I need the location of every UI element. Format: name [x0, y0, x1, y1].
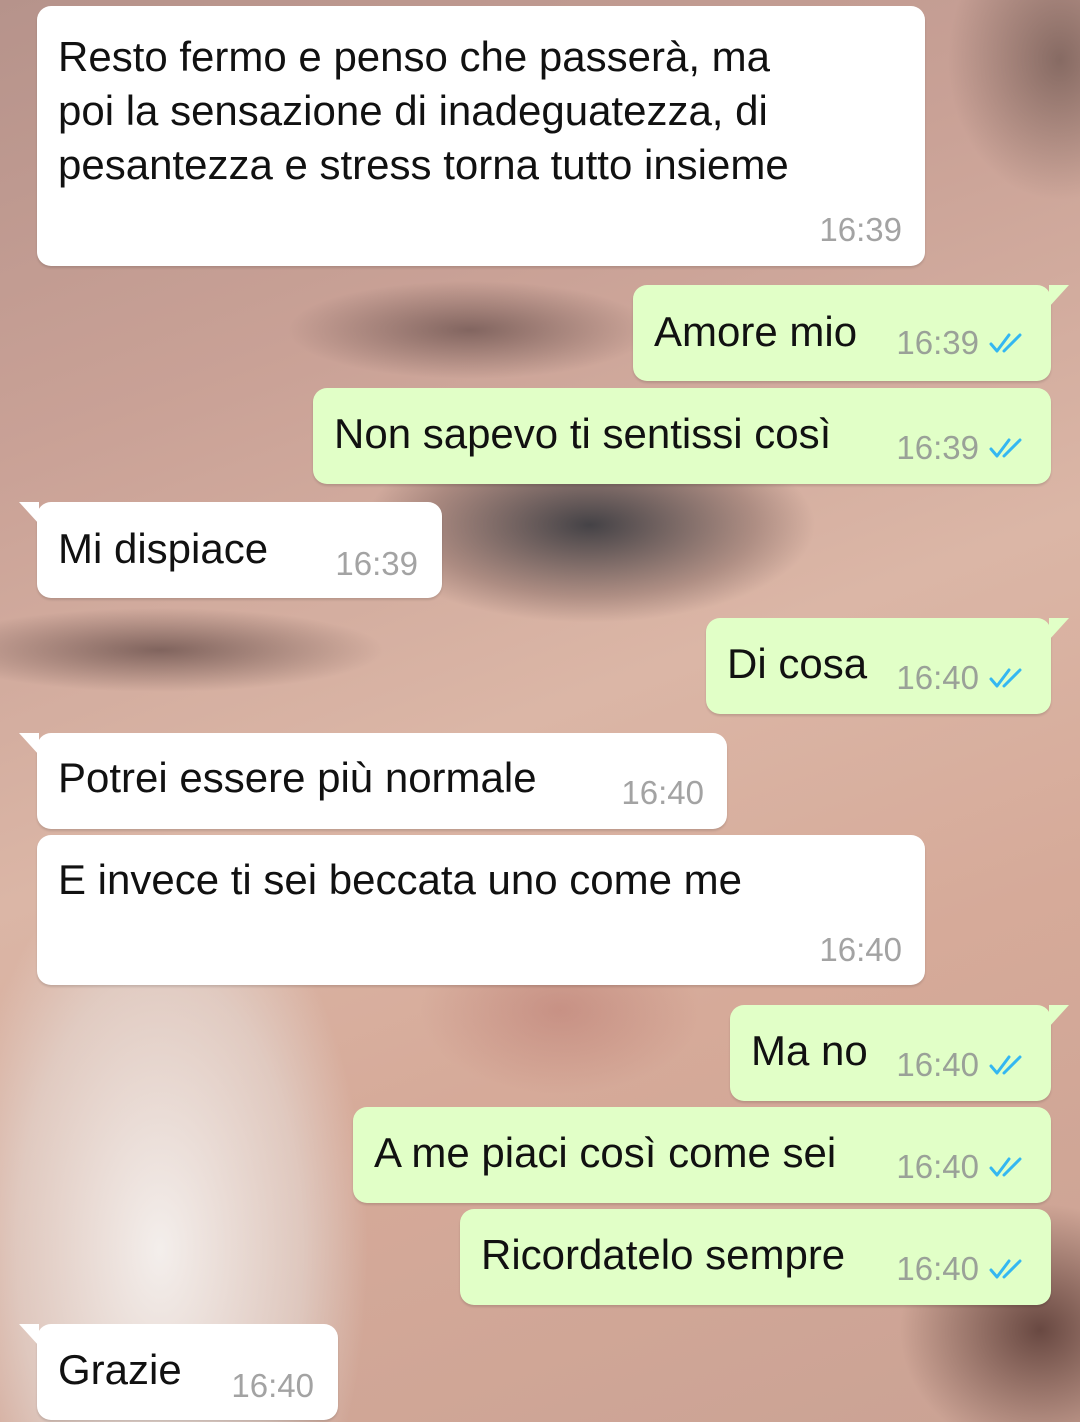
message-incoming[interactable]: Resto fermo e penso che passerà, ma poi … [37, 6, 925, 266]
double-check-icon [989, 1157, 1022, 1177]
message-time: 16:40 [231, 1367, 314, 1404]
message-time: 16:39 [896, 429, 979, 466]
message-incoming[interactable]: Grazie 16:40 [19, 1324, 338, 1420]
message-text-line: poi la sensazione di inadeguatezza, di [58, 87, 768, 134]
message-time: 16:40 [896, 1046, 979, 1083]
double-check-icon [989, 1055, 1022, 1075]
message-text: Di cosa [727, 640, 868, 687]
message-time: 16:40 [621, 774, 704, 811]
message-text: Ricordatelo sempre [481, 1231, 846, 1278]
double-check-icon [989, 438, 1022, 458]
message-text: Ma no [751, 1027, 868, 1074]
message-incoming[interactable]: Potrei essere più normale 16:40 [19, 733, 727, 829]
double-check-icon [989, 333, 1022, 353]
double-check-icon [989, 668, 1022, 688]
message-time: 16:40 [896, 1250, 979, 1287]
message-outgoing[interactable]: A me piaci così come sei 16:40 [353, 1107, 1051, 1203]
message-text: Mi dispiace [58, 525, 269, 572]
message-time: 16:40 [819, 931, 902, 968]
message-text-line: Resto fermo e penso che passerà, ma [58, 33, 771, 80]
message-time: 16:39 [819, 211, 902, 248]
message-outgoing[interactable]: Non sapevo ti sentissi così 16:39 [313, 388, 1051, 484]
message-text: Amore mio [654, 308, 858, 355]
message-time: 16:40 [896, 659, 979, 696]
message-text: E invece ti sei beccata uno come me [58, 856, 743, 903]
message-text-line: pesantezza e stress torna tutto insieme [58, 141, 789, 188]
message-time: 16:39 [896, 324, 979, 361]
message-text: Non sapevo ti sentissi così [334, 410, 832, 457]
message-outgoing[interactable]: Ma no 16:40 [730, 1005, 1069, 1101]
message-outgoing[interactable]: Ricordatelo sempre 16:40 [460, 1209, 1051, 1305]
message-outgoing[interactable]: Di cosa 16:40 [706, 618, 1069, 714]
message-text: Resto fermo e penso che passerà, ma poi … [58, 30, 789, 192]
message-time: 16:40 [896, 1148, 979, 1185]
message-incoming[interactable]: E invece ti sei beccata uno come me 16:4… [37, 835, 925, 985]
message-text: A me piaci così come sei [374, 1129, 837, 1176]
message-outgoing[interactable]: Amore mio 16:39 [633, 285, 1069, 381]
double-check-icon [989, 1259, 1022, 1279]
message-time: 16:39 [335, 545, 418, 582]
message-text: Grazie [58, 1346, 182, 1393]
message-incoming[interactable]: Mi dispiace 16:39 [19, 502, 442, 598]
message-text: Potrei essere più normale [58, 754, 537, 801]
